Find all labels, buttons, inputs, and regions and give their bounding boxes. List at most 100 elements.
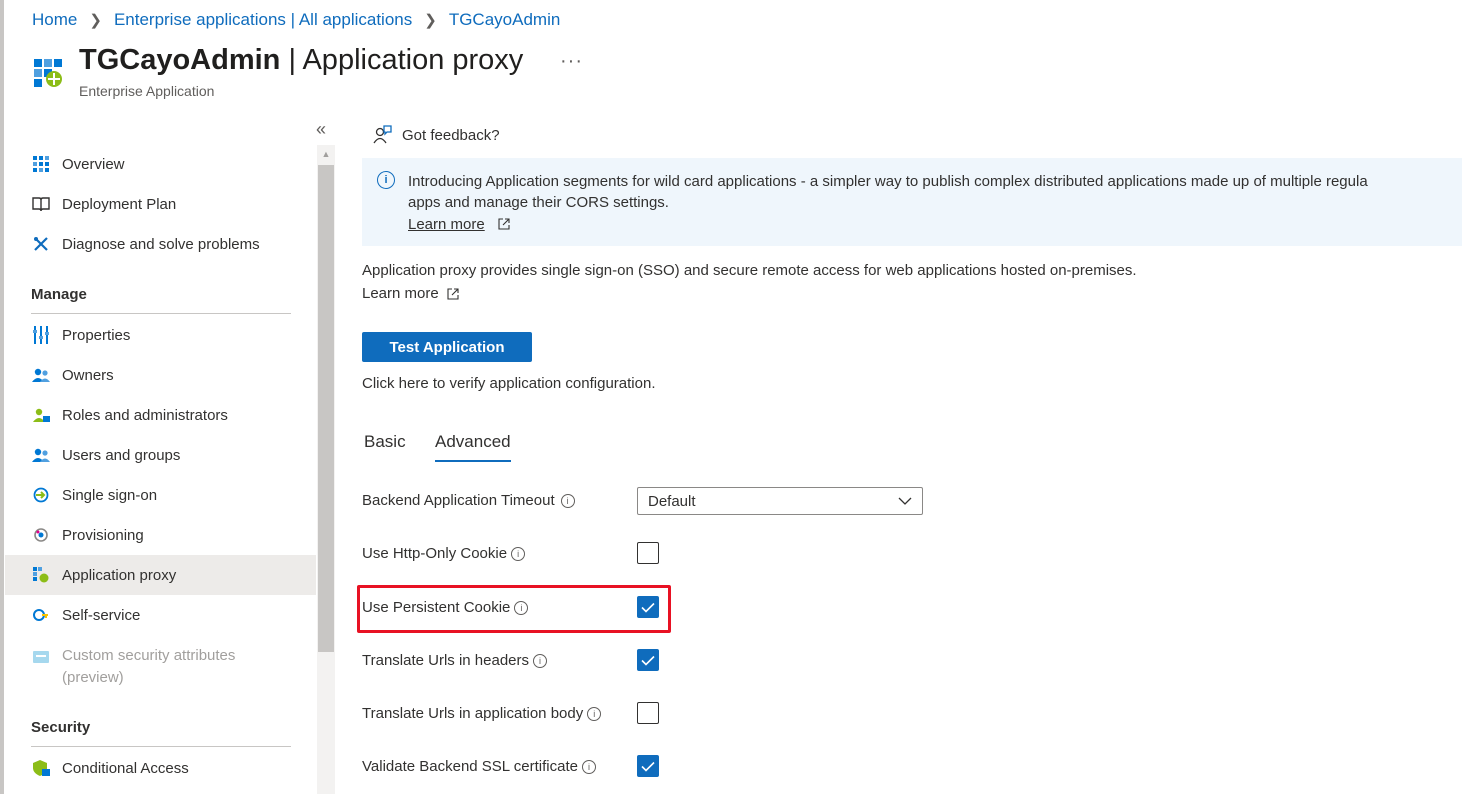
sidebar-item-overview[interactable]: Overview — [5, 144, 316, 184]
sidebar-item-label: Owners — [62, 366, 114, 384]
sidebar-item-self-service[interactable]: Self-service — [5, 595, 316, 635]
breadcrumb-enterprise-apps[interactable]: Enterprise applications | All applicatio… — [114, 10, 412, 30]
page-subtitle: Enterprise Application — [79, 83, 215, 99]
collapse-sidebar-icon[interactable]: « — [316, 119, 326, 140]
enterprise-app-icon — [34, 59, 62, 87]
dropdown-value: Default — [648, 492, 696, 510]
sso-icon — [31, 485, 51, 505]
test-application-button[interactable]: Test Application — [362, 332, 532, 362]
divider — [31, 313, 291, 314]
backend-timeout-dropdown[interactable]: Default — [637, 487, 923, 515]
translate-body-text: Translate Urls in application body — [362, 705, 584, 722]
custom-attributes-icon — [31, 647, 51, 667]
info-icon[interactable]: i — [511, 546, 526, 561]
breadcrumb-home[interactable]: Home — [32, 10, 77, 30]
info-icon: i — [377, 171, 395, 189]
sidebar-item-label-suffix: (preview) — [62, 669, 124, 686]
sidebar-item-label: Conditional Access — [62, 759, 189, 777]
sidebar-item-label: Provisioning — [62, 526, 144, 544]
learn-more-link[interactable]: Learn more — [362, 282, 459, 305]
checkmark-icon — [641, 655, 655, 666]
info-icon[interactable]: i — [560, 493, 575, 508]
tab-basic[interactable]: Basic — [364, 432, 406, 460]
checkmark-icon — [641, 761, 655, 772]
banner-line1: Introducing Application segments for wil… — [408, 173, 1368, 190]
sidebar-item-diagnose[interactable]: Diagnose and solve problems — [5, 224, 316, 264]
manage-section-header: Manage — [31, 286, 87, 303]
info-icon[interactable]: i — [533, 653, 548, 668]
feedback-icon — [373, 125, 392, 144]
sidebar-item-properties[interactable]: Properties — [5, 315, 316, 355]
provisioning-icon — [31, 525, 51, 545]
sidebar-item-label: Self-service — [62, 606, 141, 624]
breadcrumb-app[interactable]: TGCayoAdmin — [449, 10, 560, 30]
sidebar-item-label: Deployment Plan — [62, 195, 177, 213]
sidebar-item-label: Properties — [62, 326, 131, 344]
banner-learn-more-link[interactable]: Learn more — [408, 216, 485, 233]
self-service-icon — [31, 605, 51, 625]
chevron-down-icon — [898, 497, 912, 505]
breadcrumb: Home ❯ Enterprise applications | All app… — [32, 10, 560, 30]
sidebar-item-label: Roles and administrators — [62, 406, 228, 424]
sidebar-item-label: Overview — [62, 155, 125, 173]
backend-timeout-text: Backend Application Timeout — [362, 492, 555, 509]
sidebar-scroll-thumb[interactable] — [318, 165, 334, 652]
external-link-icon — [447, 287, 459, 300]
app-name: TGCayoAdmin — [79, 44, 281, 76]
roles-icon — [31, 405, 51, 425]
translate-body-label: Translate Urls in application body i — [362, 705, 602, 722]
banner-text: Introducing Application segments for wil… — [408, 171, 1462, 213]
banner-line2: apps and manage their CORS settings. — [408, 194, 669, 211]
security-section-header: Security — [31, 719, 91, 736]
http-only-cookie-checkbox[interactable] — [637, 542, 659, 564]
title-separator: | — [280, 44, 303, 76]
translate-headers-label: Translate Urls in headers i — [362, 652, 548, 669]
test-hint: Click here to verify application configu… — [362, 375, 656, 392]
info-icon[interactable]: i — [587, 706, 602, 721]
sidebar-item-users-groups[interactable]: Users and groups — [5, 435, 316, 475]
sidebar-item-deployment-plan[interactable]: Deployment Plan — [5, 184, 316, 224]
sidebar-item-provisioning[interactable]: Provisioning — [5, 515, 316, 555]
http-only-cookie-text: Use Http-Only Cookie — [362, 545, 508, 562]
sidebar-item-single-sign-on[interactable]: Single sign-on — [5, 475, 316, 515]
sidebar-item-application-proxy[interactable]: Application proxy — [5, 555, 316, 595]
highlight-box — [357, 585, 671, 633]
sidebar-item-label: Single sign-on — [62, 486, 158, 504]
validate-ssl-checkbox[interactable] — [637, 755, 659, 777]
learn-more-label: Learn more — [362, 285, 439, 302]
window-edge — [0, 0, 4, 794]
info-icon[interactable]: i — [581, 759, 596, 774]
sidebar-item-label: Users and groups — [62, 446, 181, 464]
sidebar-item-label: Custom security attributes — [62, 647, 236, 664]
feedback-link[interactable]: Got feedback? — [372, 125, 500, 145]
page-name: Application proxy — [302, 44, 524, 76]
tab-advanced[interactable]: Advanced — [435, 432, 511, 462]
feedback-label: Got feedback? — [402, 126, 500, 144]
sidebar-item-conditional-access[interactable]: Conditional Access — [5, 748, 316, 788]
sidebar-item-label-wrap: Custom security attributes (preview) — [62, 645, 235, 689]
owners-icon — [31, 365, 51, 385]
sidebar-item-owners[interactable]: Owners — [5, 355, 316, 395]
sidebar-item-label: Application proxy — [62, 566, 177, 584]
description-text: Application proxy provides single sign-o… — [362, 262, 1137, 279]
info-banner: i Introducing Application segments for w… — [362, 158, 1462, 246]
translate-headers-text: Translate Urls in headers — [362, 652, 530, 669]
translate-headers-checkbox[interactable] — [637, 649, 659, 671]
properties-icon — [31, 325, 51, 345]
sidebar-item-roles[interactable]: Roles and administrators — [5, 395, 316, 435]
divider — [31, 746, 291, 747]
http-only-cookie-label: Use Http-Only Cookie i — [362, 545, 526, 562]
translate-body-checkbox[interactable] — [637, 702, 659, 724]
page-title: TGCayoAdmin | Application proxy — [79, 44, 523, 77]
backend-timeout-label: Backend Application Timeout i — [362, 492, 575, 509]
sidebar-item-label: Diagnose and solve problems — [62, 235, 260, 253]
chevron-right-icon: ❯ — [424, 12, 437, 29]
sidebar-item-custom-security-attributes[interactable]: Custom security attributes (preview) — [5, 645, 316, 695]
app-proxy-icon — [31, 565, 51, 585]
more-options-icon[interactable]: ··· — [560, 50, 583, 73]
validate-ssl-text: Validate Backend SSL certificate — [362, 758, 578, 775]
chevron-right-icon: ❯ — [89, 12, 102, 29]
description: Application proxy provides single sign-o… — [362, 259, 1137, 305]
users-groups-icon — [31, 445, 51, 465]
scroll-up-arrow-icon[interactable]: ▲ — [317, 145, 335, 163]
